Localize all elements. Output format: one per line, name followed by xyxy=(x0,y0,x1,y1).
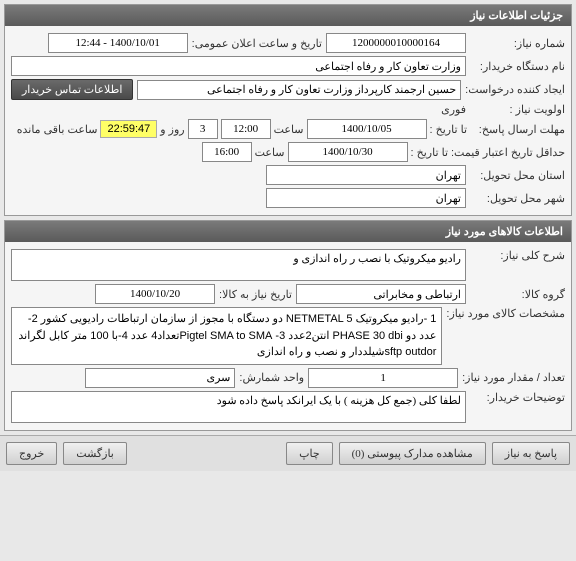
city-field[interactable] xyxy=(266,188,466,208)
time-label-1: ساعت xyxy=(274,123,304,136)
buyer-note-field[interactable] xyxy=(11,391,466,423)
deadline-time-field[interactable] xyxy=(221,119,271,139)
province-field[interactable] xyxy=(266,165,466,185)
panel2-title: اطلاعات کالاهای مورد نیاز xyxy=(5,221,571,242)
contact-buyer-button[interactable]: اطلاعات تماس خریدار xyxy=(11,79,133,100)
unit-label: واحد شمارش: xyxy=(239,371,304,384)
group-date-field[interactable] xyxy=(95,284,215,304)
goods-info-panel: اطلاعات کالاهای مورد نیاز شرح کلی نیاز: … xyxy=(4,220,572,431)
print-button[interactable]: چاپ xyxy=(286,442,333,465)
need-no-label: شماره نیاز: xyxy=(470,37,565,50)
qty-label: تعداد / مقدار مورد نیاز: xyxy=(462,371,565,384)
time-label-2: ساعت xyxy=(255,146,285,159)
min-valid-time-field[interactable] xyxy=(202,142,252,162)
general-desc-label: شرح کلی نیاز: xyxy=(470,249,565,262)
need-details-panel: جزئیات اطلاعات نیاز شماره نیاز: تاریخ و … xyxy=(4,4,572,216)
creator-label: ایجاد کننده درخواست: xyxy=(465,83,565,96)
bottom-toolbar: پاسخ به نیاز مشاهده مدارک پیوستی (0) چاپ… xyxy=(0,435,576,471)
unit-field[interactable] xyxy=(85,368,235,388)
countdown-timer: 22:59:47 xyxy=(100,120,157,138)
announce-label: تاریخ و ساعت اعلان عمومی: xyxy=(192,37,322,50)
city-label: شهر محل تحویل: xyxy=(470,192,565,205)
province-label: استان محل تحویل: xyxy=(470,169,565,182)
panel1-title: جزئیات اطلاعات نیاز xyxy=(5,5,571,26)
deadline-date-field[interactable] xyxy=(307,119,427,139)
priority-label: اولویت نیاز : xyxy=(470,103,565,116)
to-date-label-2: تا تاریخ : xyxy=(411,146,448,159)
qty-field[interactable] xyxy=(308,368,458,388)
priority-value: فوری xyxy=(441,103,466,116)
group-field[interactable] xyxy=(296,284,466,304)
days-and-label: روز و xyxy=(160,123,184,136)
to-date-label: تا تاریخ : xyxy=(430,123,467,136)
exit-button[interactable]: خروج xyxy=(6,442,57,465)
min-valid-date-field[interactable] xyxy=(288,142,408,162)
group-label: گروه کالا: xyxy=(470,288,565,301)
announce-field[interactable] xyxy=(48,33,188,53)
remain-label: ساعت باقی مانده xyxy=(17,123,98,136)
reply-button[interactable]: پاسخ به نیاز xyxy=(492,442,570,465)
need-no-field[interactable] xyxy=(326,33,466,53)
spec-label: مشخصات کالای مورد نیاز: xyxy=(446,307,565,320)
deadline-label: مهلت ارسال پاسخ: xyxy=(470,123,565,136)
days-remain-field[interactable] xyxy=(188,119,218,139)
creator-field[interactable] xyxy=(137,80,461,100)
attachments-button[interactable]: مشاهده مدارک پیوستی (0) xyxy=(339,442,486,465)
spec-field[interactable]: 1 -رادیو میکروتیک NETMETAL 5 دو دستگاه ب… xyxy=(11,307,442,365)
group-date-label: تاریخ نیاز به کالا: xyxy=(219,288,292,301)
back-button[interactable]: بازگشت xyxy=(63,442,127,465)
min-valid-label: حداقل تاریخ اعتبار قیمت: xyxy=(451,146,565,159)
buyer-label: نام دستگاه خریدار: xyxy=(470,60,565,73)
general-desc-field[interactable] xyxy=(11,249,466,281)
buyer-note-label: توضیحات خریدار: xyxy=(470,391,565,404)
buyer-field[interactable] xyxy=(11,56,466,76)
